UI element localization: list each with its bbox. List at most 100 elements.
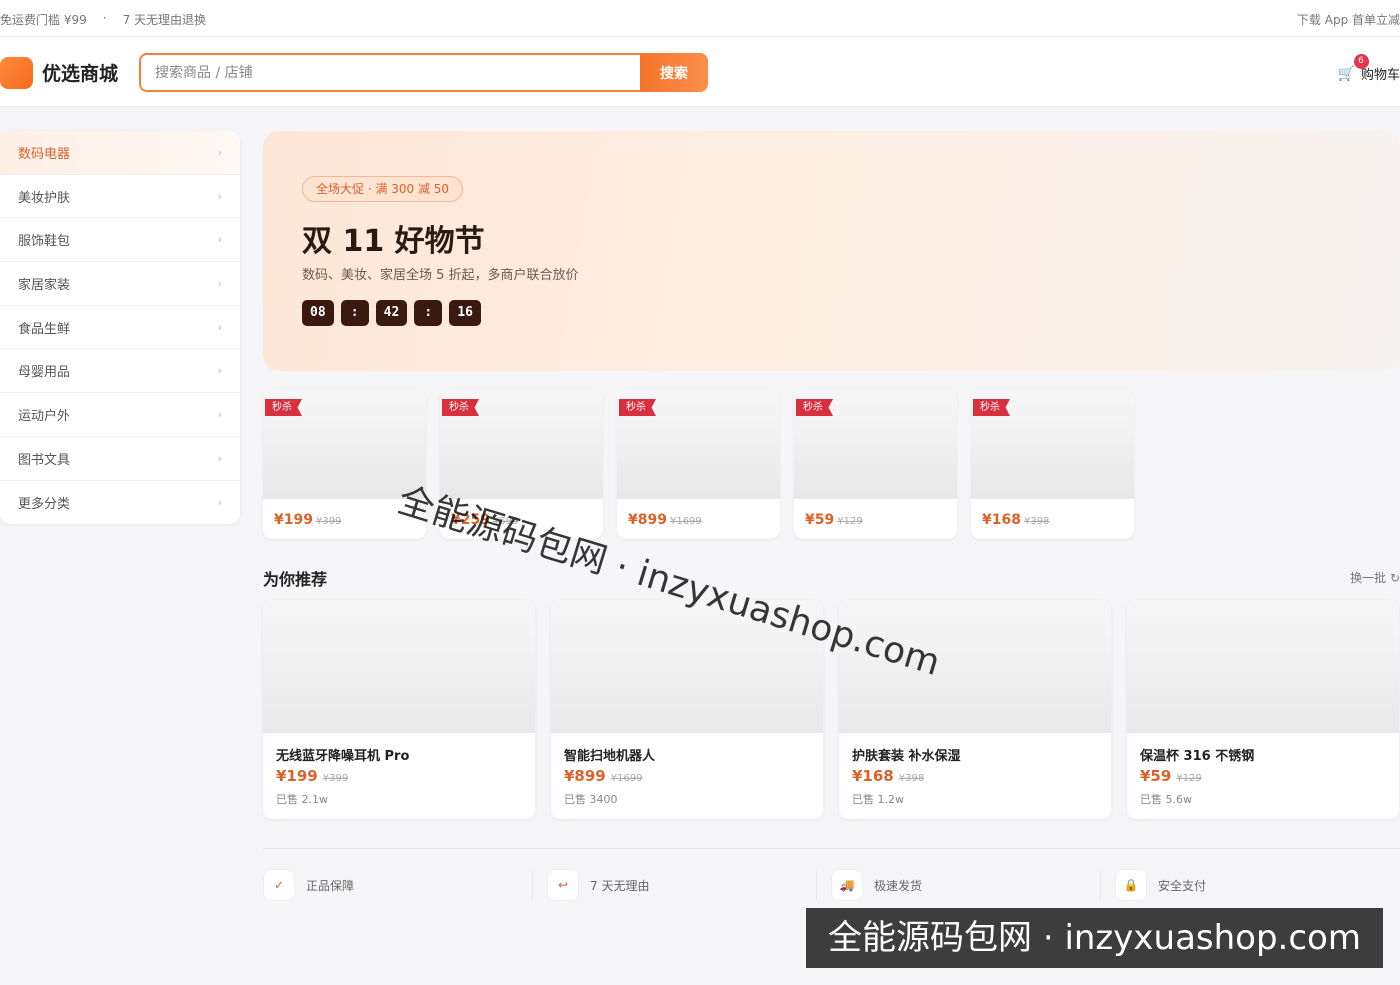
countdown-separator: : bbox=[340, 300, 369, 326]
header: 优选商城 搜索 🛒 6 购物车 bbox=[0, 37, 1400, 107]
product-price: ¥899 ¥1699 bbox=[564, 767, 643, 785]
guarantee-separator bbox=[816, 871, 817, 899]
chevron-right-icon: › bbox=[217, 189, 222, 203]
guarantee-label: 正品保障 bbox=[306, 878, 355, 893]
guarantee-shipping: 🚚 极速发货 bbox=[831, 869, 1115, 901]
flash-sale-row: 秒杀 ¥199 ¥399 秒杀 ¥259 ¥599 秒杀 ¥899 ¥1699 … bbox=[263, 389, 1134, 539]
product-price: ¥199 ¥399 bbox=[276, 767, 348, 785]
product-card[interactable]: 保温杯 316 不锈钢 ¥59 ¥129 已售 5.6w bbox=[1127, 600, 1399, 819]
sale-price: ¥168 bbox=[852, 767, 894, 785]
sidebar-item-more[interactable]: 更多分类 › bbox=[0, 481, 240, 525]
sidebar-item-label: 更多分类 bbox=[18, 496, 71, 512]
sidebar-item-home[interactable]: 家居家装 › bbox=[0, 262, 240, 306]
product-card[interactable]: 护肤套装 补水保湿 ¥168 ¥398 已售 1.2w bbox=[839, 600, 1111, 819]
cart-icon: 🛒 bbox=[1337, 65, 1355, 82]
sidebar-item-label: 服饰鞋包 bbox=[18, 234, 71, 250]
chevron-right-icon: › bbox=[217, 451, 222, 465]
search-button[interactable]: 搜索 bbox=[640, 53, 708, 92]
logo-text[interactable]: 优选商城 bbox=[42, 59, 118, 86]
sidebar-item-label: 美妆护肤 bbox=[18, 190, 71, 206]
original-price: ¥129 bbox=[837, 516, 863, 527]
refresh-button[interactable]: 换一批 ↻ bbox=[1350, 569, 1400, 586]
flash-sale-card[interactable]: 秒杀 ¥899 ¥1699 bbox=[617, 389, 780, 539]
cart-button[interactable]: 🛒 6 购物车 bbox=[1337, 54, 1400, 83]
original-price: ¥599 bbox=[492, 516, 519, 527]
promo-banner[interactable]: 全场大促 · 满 300 减 50 双 11 好物节 数码、美妆、家居全场 5 … bbox=[263, 131, 1400, 371]
original-price: ¥1699 bbox=[610, 773, 643, 784]
dot-separator: · bbox=[102, 11, 107, 25]
sale-price: ¥168 bbox=[982, 512, 1021, 528]
product-price: ¥168 ¥398 bbox=[852, 767, 924, 785]
sale-price: ¥199 bbox=[276, 767, 318, 785]
flash-price: ¥59 ¥129 bbox=[805, 512, 863, 528]
flash-sale-card[interactable]: 秒杀 ¥199 ¥399 bbox=[263, 389, 426, 539]
product-image bbox=[839, 600, 1111, 733]
return-icon: ↩ bbox=[547, 869, 579, 901]
sale-price: ¥259 bbox=[451, 512, 490, 528]
cart-badge: 6 bbox=[1353, 54, 1369, 69]
countdown-separator: : bbox=[414, 300, 443, 326]
original-price: ¥399 bbox=[315, 516, 342, 527]
product-image bbox=[263, 600, 535, 733]
sidebar-item-food[interactable]: 食品生鲜 › bbox=[0, 306, 240, 350]
flash-sale-card[interactable]: 秒杀 ¥59 ¥129 bbox=[794, 389, 957, 539]
top-bar: 免运费门槛 ¥99 · 7 天无理由退换 下载 App 首单立减 bbox=[0, 0, 1400, 37]
countdown-minutes: 42 bbox=[375, 300, 408, 326]
download-app-link[interactable]: 下载 App 首单立减 bbox=[1297, 11, 1400, 28]
sale-price: ¥59 bbox=[1140, 767, 1172, 785]
guarantee-label: 7 天无理由 bbox=[590, 878, 650, 893]
chevron-right-icon: › bbox=[217, 364, 222, 378]
search-input[interactable] bbox=[139, 53, 641, 92]
countdown-timer: 08 : 42 : 16 bbox=[302, 300, 481, 326]
sidebar-item-label: 图书文具 bbox=[18, 452, 71, 468]
sidebar-item-label: 食品生鲜 bbox=[18, 321, 71, 337]
sale-price: ¥199 bbox=[274, 512, 313, 528]
sidebar-item-books[interactable]: 图书文具 › bbox=[0, 437, 240, 481]
truck-icon: 🚚 bbox=[831, 869, 863, 901]
guarantee-separator bbox=[532, 871, 533, 899]
product-card[interactable]: 无线蓝牙降噪耳机 Pro ¥199 ¥399 已售 2.1w bbox=[263, 600, 535, 819]
sidebar-item-sports[interactable]: 运动户外 › bbox=[0, 393, 240, 437]
guarantee-label: 安全支付 bbox=[1158, 878, 1207, 893]
sidebar-item-apparel[interactable]: 服饰鞋包 › bbox=[0, 218, 240, 263]
flash-sale-tag: 秒杀 bbox=[265, 399, 302, 416]
product-name: 无线蓝牙降噪耳机 Pro bbox=[276, 749, 410, 764]
flash-sale-card[interactable]: 秒杀 ¥259 ¥599 bbox=[440, 389, 603, 539]
chevron-right-icon: › bbox=[217, 145, 222, 159]
product-name: 智能扫地机器人 bbox=[564, 749, 656, 764]
banner-title: 双 11 好物节 bbox=[302, 224, 485, 259]
flash-price: ¥259 ¥599 bbox=[451, 512, 518, 528]
original-price: ¥399 bbox=[322, 773, 349, 784]
countdown-seconds: 16 bbox=[449, 300, 481, 326]
product-card[interactable]: 智能扫地机器人 ¥899 ¥1699 已售 3400 bbox=[551, 600, 823, 819]
category-sidebar: 数码电器 › 美妆护肤 › 服饰鞋包 › 家居家装 › 食品生鲜 › 母婴用品 … bbox=[0, 131, 240, 524]
sidebar-item-label: 运动户外 bbox=[18, 408, 71, 424]
sale-price: ¥899 bbox=[628, 512, 667, 528]
flash-sale-tag: 秒杀 bbox=[619, 399, 656, 416]
sidebar-item-beauty[interactable]: 美妆护肤 › bbox=[0, 175, 240, 219]
countdown-hours: 08 bbox=[302, 300, 334, 326]
free-shipping-text: 免运费门槛 ¥99 bbox=[0, 13, 87, 27]
sold-count: 已售 2.1w bbox=[276, 793, 328, 806]
sidebar-item-label: 家居家装 bbox=[18, 277, 71, 293]
recommend-title: 为你推荐 bbox=[263, 570, 328, 589]
sidebar-item-digital[interactable]: 数码电器 › bbox=[0, 131, 240, 175]
original-price: ¥398 bbox=[1023, 516, 1050, 527]
watermark-box: 全能源码包网 · inzyxuashop.com bbox=[806, 908, 1383, 968]
flash-sale-card[interactable]: 秒杀 ¥168 ¥398 bbox=[971, 389, 1134, 539]
sold-count: 已售 5.6w bbox=[1140, 793, 1192, 806]
original-price: ¥129 bbox=[1176, 773, 1202, 784]
sidebar-item-label: 数码电器 bbox=[18, 146, 71, 162]
flash-price: ¥168 ¥398 bbox=[982, 512, 1049, 528]
logo-icon[interactable] bbox=[0, 57, 33, 89]
chevron-right-icon: › bbox=[217, 407, 222, 421]
product-image bbox=[551, 600, 823, 733]
guarantee-separator bbox=[1100, 871, 1101, 899]
product-price: ¥59 ¥129 bbox=[1140, 767, 1202, 785]
cart-label: 购物车 bbox=[1360, 68, 1400, 83]
guarantee-return: ↩ 7 天无理由 bbox=[547, 869, 831, 901]
sidebar-item-baby[interactable]: 母婴用品 › bbox=[0, 349, 240, 394]
banner-subtitle: 数码、美妆、家居全场 5 折起，多商户联合放价 bbox=[302, 268, 579, 283]
return-policy-text: 7 天无理由退换 bbox=[122, 13, 207, 27]
check-icon: ✓ bbox=[263, 869, 295, 901]
